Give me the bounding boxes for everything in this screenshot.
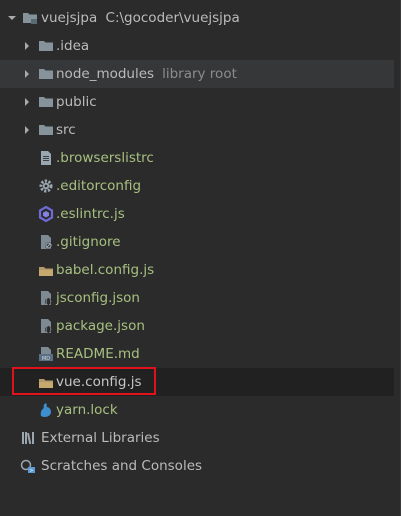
tree-file-readme[interactable]: MD README.md	[0, 340, 394, 368]
file-label: .eslintrc.js	[56, 206, 125, 222]
chevron-right-icon[interactable]	[22, 41, 32, 51]
tree-scratches-and-consoles[interactable]: > Scratches and Consoles	[0, 452, 394, 480]
tree-file-gitignore[interactable]: .gitignore	[0, 228, 394, 256]
tree-file-browserslistrc[interactable]: .browserslistrc	[0, 144, 394, 172]
project-name: vuejsjpa	[41, 10, 98, 26]
file-label: .gitignore	[56, 234, 121, 250]
chevron-right-icon[interactable]	[22, 125, 32, 135]
svg-text:{}: {}	[45, 327, 53, 334]
tree-external-libraries[interactable]: External Libraries	[0, 424, 394, 452]
folder-icon	[38, 122, 54, 138]
svg-text:{}: {}	[45, 299, 53, 306]
eslint-icon	[38, 206, 54, 222]
markdown-file-icon: MD	[38, 346, 54, 362]
folder-label: public	[56, 94, 97, 110]
gear-icon	[38, 178, 54, 194]
tree-folder-public[interactable]: public	[0, 88, 394, 116]
json-file-icon: {}	[38, 318, 54, 334]
tree-file-package-json[interactable]: {} package.json	[0, 312, 394, 340]
project-tree-panel: vuejsjpa C:\gocoder\vuejsjpa .idea node_…	[0, 0, 401, 516]
tree-root-vuejsjpa[interactable]: vuejsjpa C:\gocoder\vuejsjpa	[0, 4, 394, 32]
folder-label: .idea	[56, 38, 90, 54]
chevron-down-icon[interactable]	[7, 13, 17, 23]
file-label: package.json	[56, 318, 145, 334]
chevron-right-icon[interactable]	[22, 97, 32, 107]
library-root-label: library root	[162, 66, 237, 82]
external-libraries-label: External Libraries	[41, 430, 160, 446]
tree-file-babel-config[interactable]: babel.config.js	[0, 256, 394, 284]
ignore-file-icon	[38, 234, 54, 250]
file-label: .editorconfig	[56, 178, 142, 194]
svg-text:MD: MD	[42, 356, 50, 362]
file-label: jsconfig.json	[56, 290, 140, 306]
tree-file-jsconfig[interactable]: {} jsconfig.json	[0, 284, 394, 312]
file-label: .browserslistrc	[56, 150, 154, 166]
config-folder-icon	[38, 374, 54, 390]
json-file-icon: {}	[38, 290, 54, 306]
tree-folder-idea[interactable]: .idea	[0, 32, 394, 60]
folder-label: src	[56, 122, 76, 138]
file-label: yarn.lock	[56, 402, 118, 418]
svg-text:>: >	[29, 468, 33, 474]
folder-icon	[38, 38, 54, 54]
folder-icon	[38, 94, 54, 110]
project-path: C:\gocoder\vuejsjpa	[105, 10, 240, 26]
scratches-icon: >	[20, 458, 36, 474]
chevron-right-icon[interactable]	[22, 69, 32, 79]
tree-file-editorconfig[interactable]: .editorconfig	[0, 172, 394, 200]
text-file-icon	[38, 150, 54, 166]
folder-icon	[38, 66, 54, 82]
config-folder-icon	[38, 262, 54, 278]
folder-label: node_modules	[56, 66, 155, 82]
tree-file-yarn-lock[interactable]: yarn.lock	[0, 396, 394, 424]
tree-file-eslintrc[interactable]: .eslintrc.js	[0, 200, 394, 228]
tree-folder-node-modules[interactable]: node_modules library root	[0, 60, 394, 88]
library-icon	[20, 430, 36, 446]
folder-icon	[22, 10, 38, 26]
file-label: babel.config.js	[56, 262, 155, 278]
tree-file-vue-config[interactable]: vue.config.js	[0, 368, 394, 396]
scratches-label: Scratches and Consoles	[41, 458, 203, 474]
file-label: README.md	[56, 346, 140, 362]
tree-folder-src[interactable]: src	[0, 116, 394, 144]
file-label: vue.config.js	[56, 374, 142, 390]
yarn-icon	[38, 402, 54, 418]
